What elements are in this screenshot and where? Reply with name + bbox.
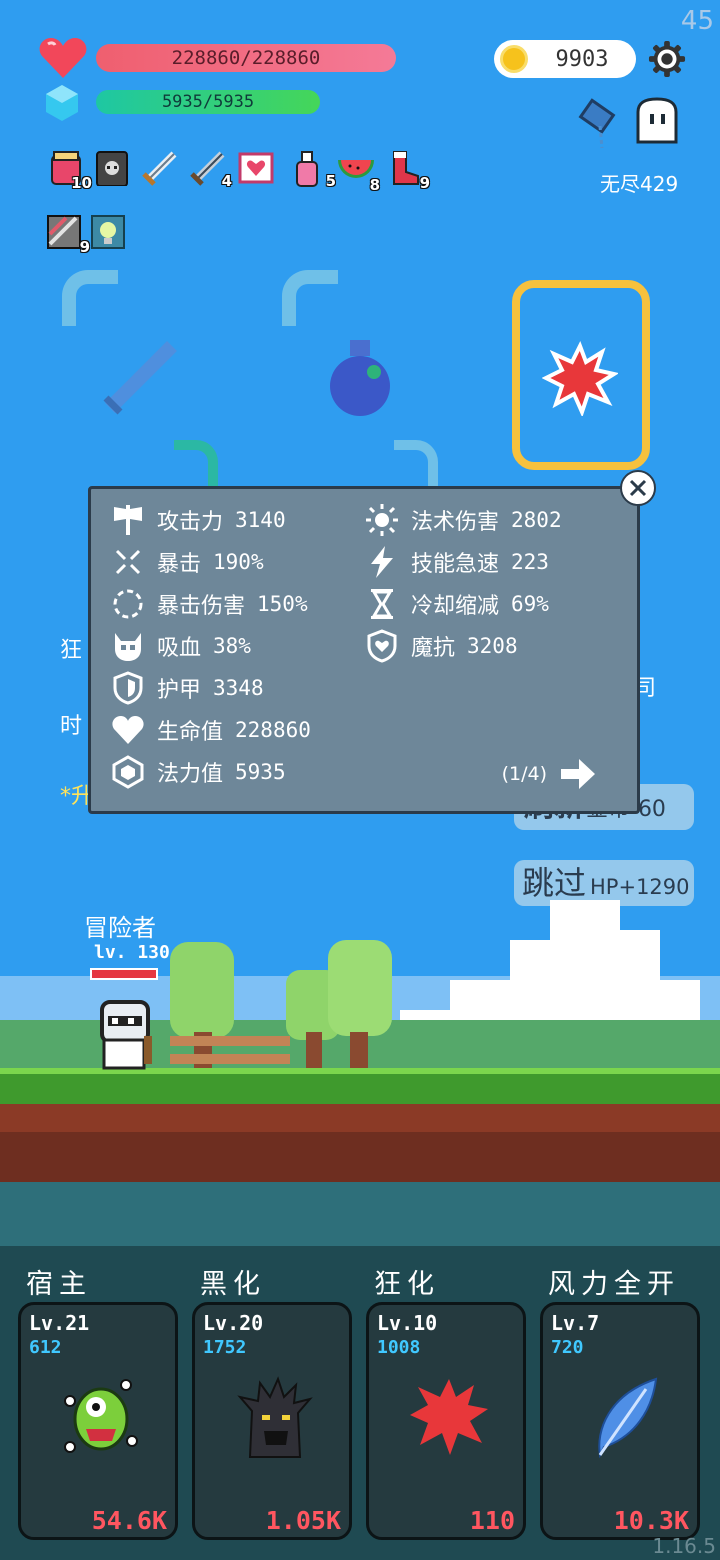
hero-name: 冒险者 [84,914,156,942]
crit-damage-icon [113,589,143,619]
item-heart-card[interactable] [238,152,274,188]
heart-icon [39,38,87,78]
skill-card-blacken[interactable]: Lv.20 1752 1.05K [192,1302,352,1540]
magic-shield-icon [367,629,397,663]
stat-ability-haste: 技能急速 223 [365,545,549,579]
skull-book-icon [96,151,128,187]
partial-text: 狂 [60,638,83,663]
knight-hero-icon[interactable] [92,996,162,1072]
crit-icon [115,549,141,575]
skill-card-host[interactable]: Lv.21 612 54.6K [18,1302,178,1540]
pink-bottle-icon [296,151,318,187]
coin-counter: 9903 [494,40,636,78]
tree-icon [170,940,392,1072]
stat-crit: 暴击 190% [111,545,264,579]
slot-corner [282,270,338,326]
lightning-icon [371,546,393,578]
blue-potion-icon[interactable] [322,336,398,420]
skill-title: 黑化 [200,1269,266,1300]
item-watermelon[interactable]: 8 [336,152,380,194]
item-sword-2[interactable]: 4 [188,148,232,190]
red-splat-icon [542,341,618,416]
close-icon [629,479,647,497]
stat-lifesteal: 吸血 38% [111,629,251,663]
hero-level: lv. 130 [94,942,170,963]
flag-icon[interactable] [574,96,630,152]
item-skull-book[interactable] [94,150,130,187]
dark-tree-monster-icon [237,1376,313,1458]
fps-counter: 45 [680,6,714,36]
item-potion-jar[interactable]: 10 [48,150,92,192]
blue-sword-icon[interactable] [96,336,182,422]
coin-icon [500,45,528,73]
vampire-icon [115,633,141,661]
page-indicator: (1/4) [501,763,547,785]
axe-icon [114,505,142,535]
next-page-arrow-icon[interactable] [559,757,597,791]
skill-title: 狂化 [374,1269,440,1300]
stats-panel: 攻击力 3140 暴击 190% 暴击伤害 150% 吸血 38% 护甲 3348 生命值… [88,486,640,814]
skill-title: 风力全开 [548,1269,680,1300]
item-sword-1[interactable] [140,148,177,186]
heart-card-icon [238,152,274,184]
partial-text: 时 [60,714,83,739]
stat-cooldown: 冷却缩减 69% [365,587,549,621]
blue-feather-icon [598,1377,658,1459]
slot-corner [174,440,218,486]
green-virus-monster-icon [64,1379,138,1453]
sun-icon [366,504,398,536]
mp-bar: 5935/5935 [96,90,320,114]
armor-icon [113,671,143,705]
stat-hp: 生命值 228860 [111,713,311,747]
ghost-icon[interactable] [632,96,682,146]
settings-gear-icon[interactable] [648,40,686,78]
stat-mana: 法力值 5935 [111,755,286,789]
item-striped-card[interactable]: 9 [46,214,90,256]
endless-level-label: 无尽429 [600,172,679,196]
scene-water [0,1182,720,1246]
stat-spell-damage: 法术伤害 2802 [365,503,562,537]
skill-card-berserk[interactable]: Lv.10 1008 110 [366,1302,526,1540]
item-lightbulb[interactable] [90,214,126,250]
slot-corner [62,270,118,326]
red-boot-icon [393,151,419,185]
mana-crystal-icon [112,755,144,789]
hp-bar: 228860/228860 [96,44,396,72]
hourglass-icon [371,589,393,619]
sword-icon [142,151,177,186]
stat-magic-resist: 魔抗 3208 [365,629,518,663]
hero-hp-bar [90,968,158,980]
mana-crystal-icon [46,85,78,121]
skill-card-wind[interactable]: Lv.7 720 10.3K [540,1302,700,1540]
stat-armor: 护甲 3348 [111,671,264,705]
close-button[interactable] [620,470,656,506]
skill-title: 宿主 [26,1269,92,1300]
stat-crit-damage: 暴击伤害 150% [111,587,308,621]
scene-dirt-dark [0,1132,720,1182]
red-splat-icon [410,1379,488,1455]
item-red-boot[interactable]: 9 [386,150,430,192]
item-pink-bottle[interactable]: 5 [292,148,336,190]
coin-value: 9903 [555,46,609,72]
scene-grass [0,1068,720,1104]
heart-icon [112,716,144,744]
striped-card-icon [47,215,81,249]
version-label: 1.16.5 [652,1534,716,1558]
slot-corner [394,440,438,486]
stat-attack: 攻击力 3140 [111,503,286,537]
lightbulb-icon [91,215,125,249]
